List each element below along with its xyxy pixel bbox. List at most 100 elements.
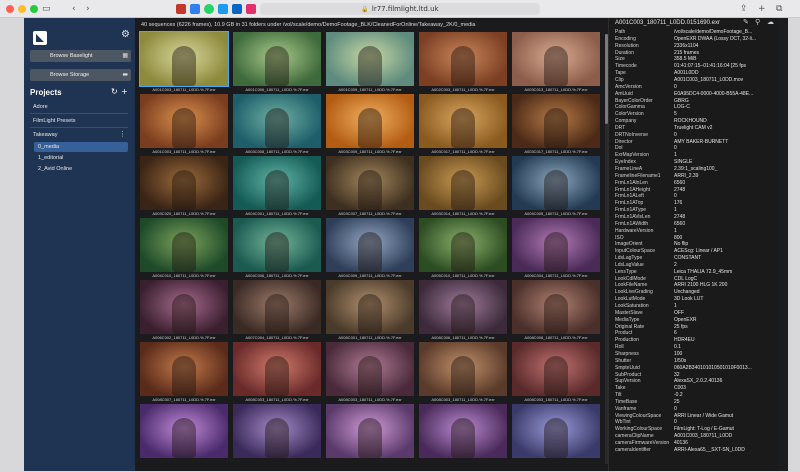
thumbnail-image[interactable] <box>233 156 321 210</box>
project-item-adore[interactable]: Adore <box>33 104 48 110</box>
thumbnail-image[interactable] <box>419 94 507 148</box>
tab-favicon-1[interactable] <box>176 4 186 14</box>
thumbnail-cell[interactable]: A008C001_180711_L0DD.%.7F.exr <box>326 280 414 343</box>
close-window-button[interactable] <box>6 5 14 13</box>
thumbnail-cell[interactable]: A003C014_180711_L0DD.%.7F.exr <box>419 156 507 219</box>
forward-icon[interactable]: › <box>86 3 90 15</box>
thumbnail-image[interactable] <box>233 94 321 148</box>
share-icon[interactable]: ⇪ <box>740 3 748 15</box>
thumbnail-cell[interactable]: A008C003_180711_L0DD.%.7F.exr <box>326 342 414 405</box>
browse-storage-button[interactable]: Browse Storage ▬ <box>30 69 131 81</box>
thumbnail-image[interactable] <box>512 32 600 86</box>
thumbnail-image[interactable] <box>512 156 600 210</box>
tab-favicon-3[interactable] <box>204 4 214 14</box>
thumbnail-image[interactable] <box>326 32 414 86</box>
thumbnail-image[interactable] <box>233 342 321 396</box>
thumbnail-image[interactable] <box>419 218 507 272</box>
project-item-takeaway[interactable]: Takeaway <box>33 132 57 138</box>
thumbnail-cell[interactable]: A002C003_180711_L0DD.%.7F.exr <box>419 32 507 95</box>
thumbnail-image[interactable] <box>512 342 600 396</box>
thumbnail-cell[interactable] <box>233 404 321 467</box>
thumbnail-image[interactable] <box>140 94 228 148</box>
thumbnail-image[interactable] <box>233 280 321 334</box>
thumbnail-cell[interactable] <box>326 404 414 467</box>
edit-icon[interactable]: ✎ <box>743 18 749 26</box>
thumbnail-image[interactable] <box>140 280 228 334</box>
thumbnail-cell[interactable]: A001C009_180711_L0DD.%.7F.exr <box>326 32 414 95</box>
thumbnail-cell[interactable]: A004C005_180711_L0DD.%.7F.exr <box>512 156 600 219</box>
thumbnail-cell[interactable] <box>140 404 228 467</box>
thumbnail-cell[interactable]: A004C009_180711_L0DD.%.7F.exr <box>326 218 414 281</box>
thumbnail-cell[interactable]: A008C006_180711_L0DD.%.7F.exr <box>419 280 507 343</box>
minimize-window-button[interactable] <box>18 5 26 13</box>
thumbnail-cell[interactable]: A001C003_180711_L0DD.%.7F.exr <box>140 94 228 157</box>
thumbnail-cell[interactable]: A004C010_180711_L0DD.%.7F.exr <box>140 218 228 281</box>
folder-item-1-editorial[interactable]: 1_editorial <box>34 153 128 163</box>
thumbnail-image[interactable] <box>139 31 229 87</box>
thumbnail-image[interactable] <box>326 342 414 396</box>
thumbnail-cell[interactable]: A003C017_180711_L0DD.%.7F.exr <box>512 94 600 157</box>
thumbnail-image[interactable] <box>140 218 228 272</box>
thumbnail-cell[interactable]: A003C013_180711_L0DD.%.7F.exr <box>512 32 600 95</box>
add-project-icon[interactable]: + <box>121 87 128 96</box>
thumbnail-cell[interactable]: A003C008_180711_L0DD.%.7F.exr <box>233 94 321 157</box>
thumbnail-cell[interactable]: A008C003_180711_L0DD.%.7F.exr <box>419 342 507 405</box>
thumbnail-cell[interactable]: A008C003_180711_L0DD.%.7F.exr <box>233 342 321 405</box>
thumbnail-image[interactable] <box>326 280 414 334</box>
thumbnail-image[interactable] <box>140 156 228 210</box>
back-icon[interactable]: ‹ <box>72 3 76 15</box>
tab-favicon-6[interactable] <box>246 4 256 14</box>
thumbnail-cell[interactable]: A004C006_180711_L0DD.%.7F.exr <box>233 218 321 281</box>
sidebar-toggle-icon[interactable]: ▭ <box>42 3 51 15</box>
thumbnail-cell[interactable]: A003C020_180711_L0DD.%.7F.exr <box>140 156 228 219</box>
thumbnail-cell[interactable]: A001C006_180711_L0DD.%.7F.exr <box>233 32 321 95</box>
thumbnail-cell[interactable]: A007C004_180711_L0DD.%.7F.exr <box>233 280 321 343</box>
thumbnail-cell[interactable]: A001C003_180711_L0DD.%.7F.exr <box>139 31 229 95</box>
thumbnail-cell[interactable]: A003C009_180711_L0DD.%.7F.exr <box>326 94 414 157</box>
thumbnail-image[interactable] <box>326 404 414 458</box>
folder-item-0-media[interactable]: 0_media <box>34 142 128 152</box>
download-icon[interactable]: ☁ <box>767 18 774 26</box>
folder-item-2-avid-online[interactable]: 2_Avid Online <box>34 164 128 174</box>
thumbnail-cell[interactable]: A005C010_180711_L0DD.%.7F.exr <box>419 218 507 281</box>
thumbnail-image[interactable] <box>419 156 507 210</box>
tab-overview-icon[interactable]: ⧉ <box>776 3 782 15</box>
thumbnail-image[interactable] <box>419 404 507 458</box>
thumbnail-cell[interactable] <box>419 404 507 467</box>
thumbnail-image[interactable] <box>326 156 414 210</box>
thumbnail-image[interactable] <box>419 342 507 396</box>
new-tab-icon[interactable]: + <box>758 3 766 15</box>
thumbnail-image[interactable] <box>512 218 600 272</box>
zoom-window-button[interactable] <box>30 5 38 13</box>
more-options-icon[interactable]: ⋮ <box>119 130 126 138</box>
thumbnail-cell[interactable]: A006C002_180711_L0DD.%.7F.exr <box>140 280 228 343</box>
tab-favicon-4[interactable] <box>218 4 228 14</box>
thumbnail-cell[interactable]: A003C007_180711_L0DD.%.7F.exr <box>326 156 414 219</box>
thumbnail-cell[interactable]: A003C017_180711_L0DD.%.7F.exr <box>419 94 507 157</box>
thumbnail-image[interactable] <box>233 218 321 272</box>
thumbnail-cell[interactable] <box>512 404 600 467</box>
thumbnail-image[interactable] <box>233 404 321 458</box>
tab-favicon-2[interactable] <box>190 4 200 14</box>
refresh-icon[interactable]: ↻ <box>111 87 118 96</box>
thumbnail-cell[interactable]: A004C001_180711_L0DD.%.7F.exr <box>233 156 321 219</box>
address-bar[interactable]: 🔒 lr77.filmlight.ltd.uk <box>260 3 540 15</box>
thumbnail-cell[interactable]: A008C007_180711_L0DD.%.7F.exr <box>140 342 228 405</box>
thumbnail-cell[interactable]: A008C003_180711_L0DD.%.7F.exr <box>512 342 600 405</box>
filter-icon[interactable]: ⚲ <box>755 18 760 26</box>
project-item-filmlight-presets[interactable]: FilmLight Presets <box>33 118 76 124</box>
tab-favicon-5[interactable] <box>232 4 242 14</box>
thumbnail-image[interactable] <box>233 32 321 86</box>
thumbnail-image[interactable] <box>512 404 600 458</box>
thumbnail-image[interactable] <box>419 280 507 334</box>
thumbnail-image[interactable] <box>512 94 600 148</box>
thumbnail-cell[interactable]: A006C004_180711_L0DD.%.7F.exr <box>512 218 600 281</box>
thumbnail-cell[interactable]: A008C008_180711_L0DD.%.7F.exr <box>512 280 600 343</box>
thumbnail-image[interactable] <box>326 94 414 148</box>
thumbnail-image[interactable] <box>140 342 228 396</box>
thumbnail-image[interactable] <box>140 404 228 458</box>
gear-icon[interactable]: ⚙ <box>121 29 130 40</box>
thumbnail-image[interactable] <box>512 280 600 334</box>
browse-baselight-button[interactable]: Browse Baselight ▦ <box>30 50 131 62</box>
thumbnail-image[interactable] <box>326 218 414 272</box>
